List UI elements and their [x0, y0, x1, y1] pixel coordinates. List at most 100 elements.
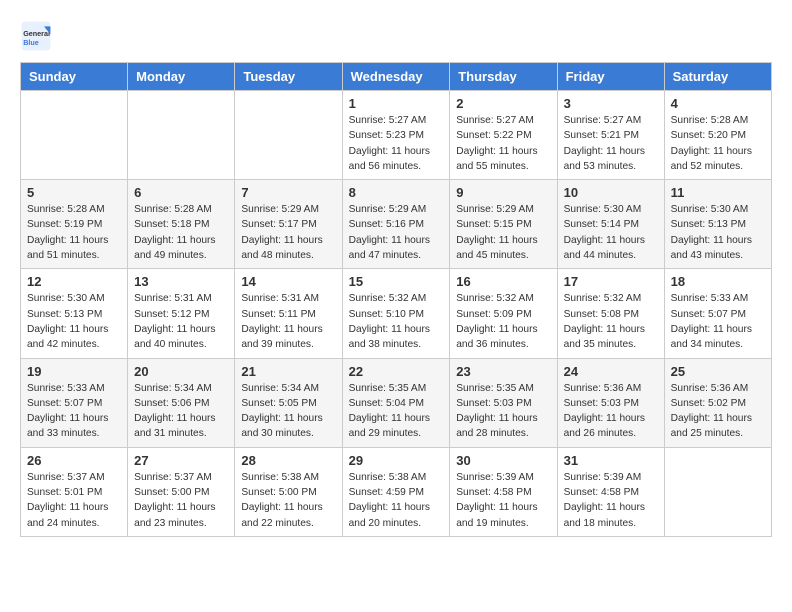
- day-info: Sunrise: 5:27 AMSunset: 5:22 PMDaylight:…: [456, 115, 537, 172]
- day-number: 8: [349, 185, 444, 200]
- calendar-cell: 26 Sunrise: 5:37 AMSunset: 5:01 PMDaylig…: [21, 447, 128, 536]
- calendar-cell: 10 Sunrise: 5:30 AMSunset: 5:14 PMDaylig…: [557, 180, 664, 269]
- calendar-week-row: 5 Sunrise: 5:28 AMSunset: 5:19 PMDayligh…: [21, 180, 772, 269]
- day-info: Sunrise: 5:34 AMSunset: 5:06 PMDaylight:…: [134, 383, 215, 440]
- day-info: Sunrise: 5:36 AMSunset: 5:02 PMDaylight:…: [671, 383, 752, 440]
- day-number: 10: [564, 185, 658, 200]
- day-info: Sunrise: 5:31 AMSunset: 5:11 PMDaylight:…: [241, 293, 322, 350]
- calendar-cell: [21, 91, 128, 180]
- day-number: 28: [241, 453, 335, 468]
- day-info: Sunrise: 5:28 AMSunset: 5:20 PMDaylight:…: [671, 115, 752, 172]
- day-info: Sunrise: 5:29 AMSunset: 5:15 PMDaylight:…: [456, 204, 537, 261]
- calendar-cell: 1 Sunrise: 5:27 AMSunset: 5:23 PMDayligh…: [342, 91, 450, 180]
- day-info: Sunrise: 5:39 AMSunset: 4:58 PMDaylight:…: [564, 472, 645, 529]
- day-number: 26: [27, 453, 121, 468]
- day-info: Sunrise: 5:39 AMSunset: 4:58 PMDaylight:…: [456, 472, 537, 529]
- calendar-cell: 18 Sunrise: 5:33 AMSunset: 5:07 PMDaylig…: [664, 269, 771, 358]
- day-info: Sunrise: 5:38 AMSunset: 5:00 PMDaylight:…: [241, 472, 322, 529]
- day-info: Sunrise: 5:30 AMSunset: 5:14 PMDaylight:…: [564, 204, 645, 261]
- calendar-cell: 2 Sunrise: 5:27 AMSunset: 5:22 PMDayligh…: [450, 91, 557, 180]
- calendar-cell: 27 Sunrise: 5:37 AMSunset: 5:00 PMDaylig…: [128, 447, 235, 536]
- day-number: 17: [564, 274, 658, 289]
- day-info: Sunrise: 5:28 AMSunset: 5:18 PMDaylight:…: [134, 204, 215, 261]
- column-header-thursday: Thursday: [450, 63, 557, 91]
- day-info: Sunrise: 5:31 AMSunset: 5:12 PMDaylight:…: [134, 293, 215, 350]
- column-header-sunday: Sunday: [21, 63, 128, 91]
- day-number: 19: [27, 364, 121, 379]
- calendar-cell: 23 Sunrise: 5:35 AMSunset: 5:03 PMDaylig…: [450, 358, 557, 447]
- calendar-cell: 20 Sunrise: 5:34 AMSunset: 5:06 PMDaylig…: [128, 358, 235, 447]
- calendar-week-row: 26 Sunrise: 5:37 AMSunset: 5:01 PMDaylig…: [21, 447, 772, 536]
- day-info: Sunrise: 5:33 AMSunset: 5:07 PMDaylight:…: [27, 383, 108, 440]
- calendar-week-row: 12 Sunrise: 5:30 AMSunset: 5:13 PMDaylig…: [21, 269, 772, 358]
- day-info: Sunrise: 5:30 AMSunset: 5:13 PMDaylight:…: [27, 293, 108, 350]
- calendar-cell: 9 Sunrise: 5:29 AMSunset: 5:15 PMDayligh…: [450, 180, 557, 269]
- day-number: 12: [27, 274, 121, 289]
- day-number: 14: [241, 274, 335, 289]
- day-number: 22: [349, 364, 444, 379]
- day-number: 2: [456, 96, 550, 111]
- day-info: Sunrise: 5:30 AMSunset: 5:13 PMDaylight:…: [671, 204, 752, 261]
- day-info: Sunrise: 5:32 AMSunset: 5:08 PMDaylight:…: [564, 293, 645, 350]
- day-number: 18: [671, 274, 765, 289]
- day-info: Sunrise: 5:29 AMSunset: 5:16 PMDaylight:…: [349, 204, 430, 261]
- column-header-saturday: Saturday: [664, 63, 771, 91]
- calendar-cell: 7 Sunrise: 5:29 AMSunset: 5:17 PMDayligh…: [235, 180, 342, 269]
- day-info: Sunrise: 5:32 AMSunset: 5:09 PMDaylight:…: [456, 293, 537, 350]
- calendar-cell: 6 Sunrise: 5:28 AMSunset: 5:18 PMDayligh…: [128, 180, 235, 269]
- day-info: Sunrise: 5:27 AMSunset: 5:23 PMDaylight:…: [349, 115, 430, 172]
- day-number: 1: [349, 96, 444, 111]
- day-number: 13: [134, 274, 228, 289]
- day-info: Sunrise: 5:35 AMSunset: 5:04 PMDaylight:…: [349, 383, 430, 440]
- day-number: 29: [349, 453, 444, 468]
- calendar-header-row: SundayMondayTuesdayWednesdayThursdayFrid…: [21, 63, 772, 91]
- calendar-cell: 19 Sunrise: 5:33 AMSunset: 5:07 PMDaylig…: [21, 358, 128, 447]
- calendar-table: SundayMondayTuesdayWednesdayThursdayFrid…: [20, 62, 772, 537]
- calendar-cell: 21 Sunrise: 5:34 AMSunset: 5:05 PMDaylig…: [235, 358, 342, 447]
- calendar-cell: 30 Sunrise: 5:39 AMSunset: 4:58 PMDaylig…: [450, 447, 557, 536]
- day-number: 5: [27, 185, 121, 200]
- day-info: Sunrise: 5:33 AMSunset: 5:07 PMDaylight:…: [671, 293, 752, 350]
- calendar-week-row: 19 Sunrise: 5:33 AMSunset: 5:07 PMDaylig…: [21, 358, 772, 447]
- calendar-cell: 4 Sunrise: 5:28 AMSunset: 5:20 PMDayligh…: [664, 91, 771, 180]
- day-info: Sunrise: 5:28 AMSunset: 5:19 PMDaylight:…: [27, 204, 108, 261]
- calendar-cell: 15 Sunrise: 5:32 AMSunset: 5:10 PMDaylig…: [342, 269, 450, 358]
- day-number: 25: [671, 364, 765, 379]
- day-number: 7: [241, 185, 335, 200]
- svg-text:General: General: [23, 29, 50, 38]
- calendar-cell: 12 Sunrise: 5:30 AMSunset: 5:13 PMDaylig…: [21, 269, 128, 358]
- day-number: 16: [456, 274, 550, 289]
- calendar-cell: 31 Sunrise: 5:39 AMSunset: 4:58 PMDaylig…: [557, 447, 664, 536]
- page-header: General Blue: [20, 20, 772, 52]
- day-number: 24: [564, 364, 658, 379]
- day-number: 27: [134, 453, 228, 468]
- day-info: Sunrise: 5:27 AMSunset: 5:21 PMDaylight:…: [564, 115, 645, 172]
- day-number: 30: [456, 453, 550, 468]
- day-info: Sunrise: 5:37 AMSunset: 5:00 PMDaylight:…: [134, 472, 215, 529]
- day-number: 15: [349, 274, 444, 289]
- day-info: Sunrise: 5:35 AMSunset: 5:03 PMDaylight:…: [456, 383, 537, 440]
- svg-text:Blue: Blue: [23, 38, 39, 47]
- day-info: Sunrise: 5:37 AMSunset: 5:01 PMDaylight:…: [27, 472, 108, 529]
- day-info: Sunrise: 5:32 AMSunset: 5:10 PMDaylight:…: [349, 293, 430, 350]
- calendar-cell: 13 Sunrise: 5:31 AMSunset: 5:12 PMDaylig…: [128, 269, 235, 358]
- logo: General Blue: [20, 20, 58, 52]
- day-info: Sunrise: 5:38 AMSunset: 4:59 PMDaylight:…: [349, 472, 430, 529]
- calendar-cell: 17 Sunrise: 5:32 AMSunset: 5:08 PMDaylig…: [557, 269, 664, 358]
- column-header-tuesday: Tuesday: [235, 63, 342, 91]
- calendar-cell: 29 Sunrise: 5:38 AMSunset: 4:59 PMDaylig…: [342, 447, 450, 536]
- calendar-cell: [235, 91, 342, 180]
- calendar-cell: 8 Sunrise: 5:29 AMSunset: 5:16 PMDayligh…: [342, 180, 450, 269]
- day-number: 21: [241, 364, 335, 379]
- calendar-cell: 5 Sunrise: 5:28 AMSunset: 5:19 PMDayligh…: [21, 180, 128, 269]
- column-header-wednesday: Wednesday: [342, 63, 450, 91]
- logo-icon: General Blue: [20, 20, 52, 52]
- calendar-cell: 16 Sunrise: 5:32 AMSunset: 5:09 PMDaylig…: [450, 269, 557, 358]
- calendar-week-row: 1 Sunrise: 5:27 AMSunset: 5:23 PMDayligh…: [21, 91, 772, 180]
- calendar-cell: [664, 447, 771, 536]
- day-number: 31: [564, 453, 658, 468]
- calendar-cell: 22 Sunrise: 5:35 AMSunset: 5:04 PMDaylig…: [342, 358, 450, 447]
- day-info: Sunrise: 5:34 AMSunset: 5:05 PMDaylight:…: [241, 383, 322, 440]
- calendar-cell: 11 Sunrise: 5:30 AMSunset: 5:13 PMDaylig…: [664, 180, 771, 269]
- calendar-cell: 25 Sunrise: 5:36 AMSunset: 5:02 PMDaylig…: [664, 358, 771, 447]
